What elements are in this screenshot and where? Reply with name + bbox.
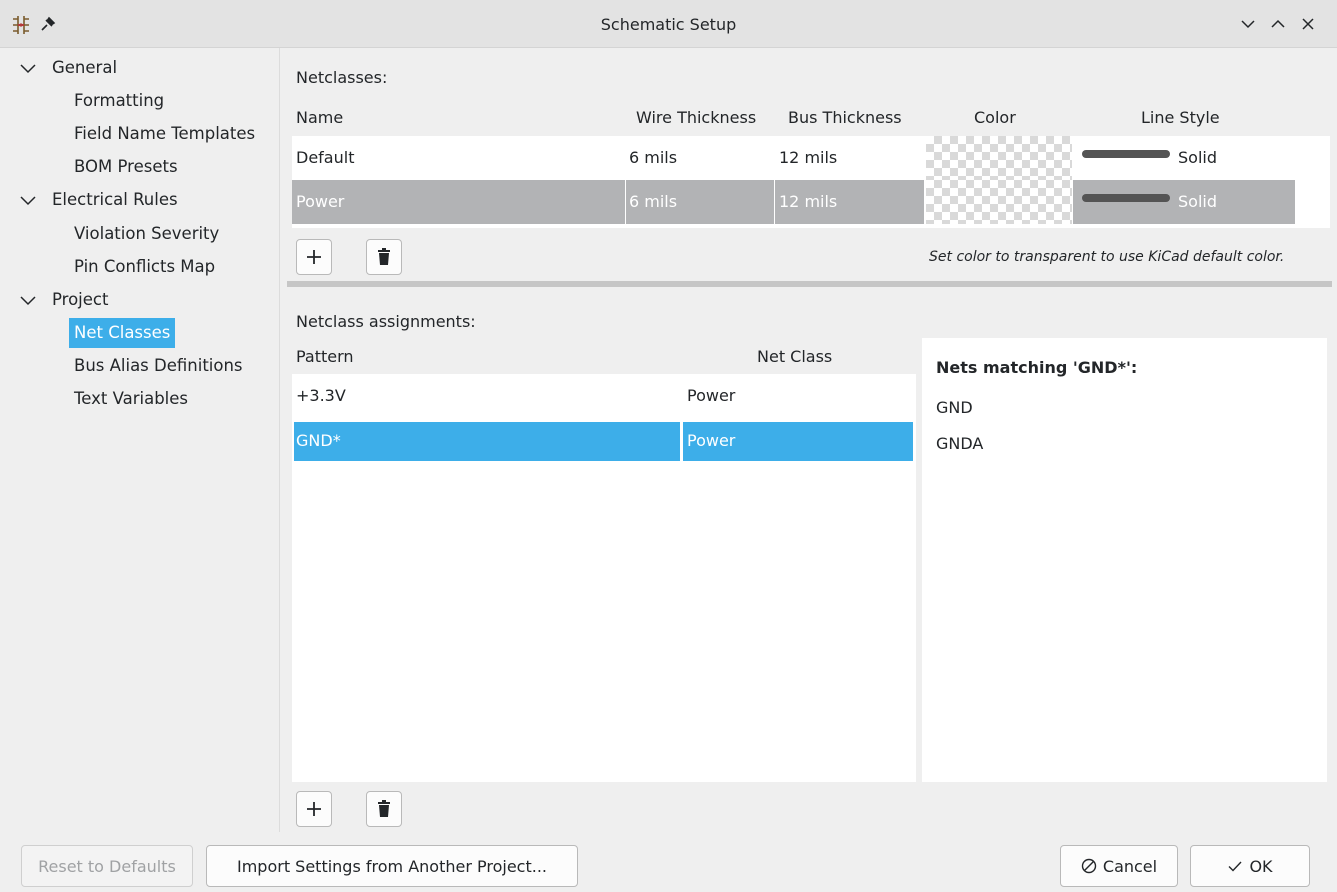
plus-icon <box>307 802 321 816</box>
tree-group-label: Electrical Rules <box>52 190 178 209</box>
ok-label: OK <box>1249 856 1273 876</box>
tree-item-violation-severity[interactable]: Violation Severity <box>69 219 224 249</box>
assignments-grid: Pattern Net Class +3.3V Power GND* Power <box>292 338 916 782</box>
chevron-down-icon[interactable] <box>18 194 38 208</box>
tree-item-pin-conflicts-map[interactable]: Pin Conflicts Map <box>69 252 220 282</box>
close-icon[interactable] <box>1298 14 1318 34</box>
tree-item-bus-alias-definitions[interactable]: Bus Alias Definitions <box>69 351 248 381</box>
column-header-bus-thickness[interactable]: Bus Thickness <box>788 108 902 127</box>
nets-matching-title: Nets matching 'GND*': <box>936 358 1138 377</box>
settings-tree: General Formatting Field Name Templates … <box>0 48 280 832</box>
trash-icon <box>378 248 390 265</box>
chevron-down-icon[interactable] <box>18 294 38 308</box>
add-assignment-button[interactable] <box>296 791 332 827</box>
wire-thickness-cell[interactable]: 6 mils <box>629 180 677 224</box>
tree-group-electrical-rules[interactable]: Electrical Rules <box>18 185 178 215</box>
matching-net-item: GND <box>936 398 973 417</box>
tree-item-text-variables[interactable]: Text Variables <box>69 384 193 414</box>
column-header-color[interactable]: Color <box>974 108 1016 127</box>
cancel-icon <box>1081 858 1097 874</box>
chevron-down-icon[interactable] <box>18 62 38 76</box>
delete-assignment-button[interactable] <box>366 791 402 827</box>
color-swatch-transparent[interactable] <box>926 136 1072 180</box>
reset-to-defaults-button[interactable]: Reset to Defaults <box>21 845 193 887</box>
plus-icon <box>307 250 321 264</box>
tree-item-net-classes[interactable]: Net Classes <box>69 318 176 348</box>
window-title: Schematic Setup <box>600 15 737 34</box>
trash-icon <box>378 800 390 817</box>
column-header-pattern[interactable]: Pattern <box>296 347 354 366</box>
tree-group-label: Project <box>52 290 109 309</box>
netclass-assignments-label: Netclass assignments: <box>296 312 476 331</box>
wire-thickness-cell[interactable]: 6 mils <box>629 136 677 180</box>
delete-netclass-button[interactable] <box>366 239 402 275</box>
netclass-name-cell[interactable]: Power <box>296 180 344 224</box>
line-style-solid-icon <box>1082 194 1170 202</box>
title-bar: Schematic Setup <box>0 0 1337 48</box>
matching-net-item: GNDA <box>936 434 984 453</box>
bus-thickness-cell[interactable]: 12 mils <box>779 136 837 180</box>
panel-splitter[interactable] <box>287 281 1332 287</box>
netclass-name-cell[interactable]: Default <box>296 136 354 180</box>
add-netclass-button[interactable] <box>296 239 332 275</box>
row-highlight <box>294 422 680 461</box>
cancel-button[interactable]: Cancel <box>1060 845 1178 887</box>
ok-button[interactable]: OK <box>1190 845 1310 887</box>
tree-group-general[interactable]: General <box>18 53 117 83</box>
color-swatch-transparent[interactable] <box>926 180 1072 224</box>
tree-group-project[interactable]: Project <box>18 285 108 315</box>
net-class-cell[interactable]: Power <box>687 376 735 416</box>
cancel-label: Cancel <box>1102 856 1158 876</box>
line-style-cell[interactable]: Solid <box>1178 180 1217 224</box>
tree-item-bom-presets[interactable]: BOM Presets <box>69 152 183 182</box>
netclasses-grid: Name Wire Thickness Bus Thickness Color … <box>292 98 1330 228</box>
transparent-color-hint: Set color to transparent to use KiCad de… <box>929 249 1285 265</box>
maximize-icon[interactable] <box>1268 14 1288 34</box>
pattern-cell[interactable]: GND* <box>296 421 341 461</box>
column-header-line-style[interactable]: Line Style <box>1141 108 1220 127</box>
netclasses-label: Netclasses: <box>296 68 388 87</box>
column-header-name[interactable]: Name <box>296 108 343 127</box>
import-settings-button[interactable]: Import Settings from Another Project... <box>206 845 578 887</box>
checkmark-icon <box>1228 861 1242 872</box>
bus-thickness-cell[interactable]: 12 mils <box>779 180 837 224</box>
column-header-wire-thickness[interactable]: Wire Thickness <box>636 108 756 127</box>
column-header-net-class[interactable]: Net Class <box>757 347 832 366</box>
pattern-cell[interactable]: +3.3V <box>296 376 346 416</box>
nets-matching-panel: Nets matching 'GND*': GND GNDA <box>922 338 1327 782</box>
line-style-cell[interactable]: Solid <box>1178 136 1217 180</box>
net-class-cell[interactable]: Power <box>687 421 735 461</box>
minimize-icon[interactable] <box>1238 14 1258 34</box>
tree-group-label: General <box>52 58 118 77</box>
tree-item-field-name-templates[interactable]: Field Name Templates <box>69 119 260 149</box>
line-style-solid-icon <box>1082 150 1170 158</box>
tree-item-formatting[interactable]: Formatting <box>69 86 169 116</box>
